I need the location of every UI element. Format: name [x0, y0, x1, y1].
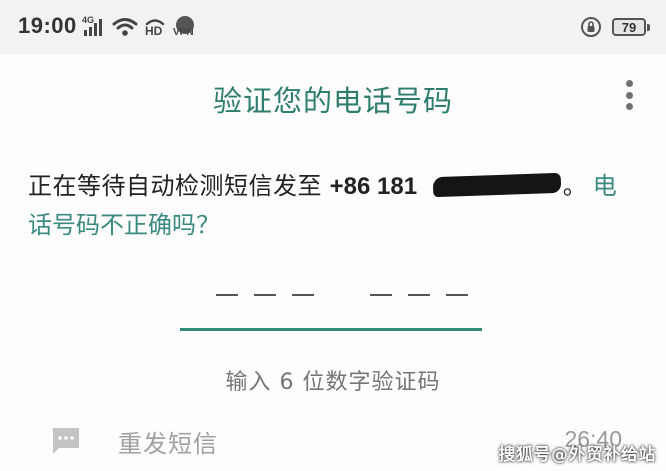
battery-level: 79 — [621, 19, 637, 35]
more-vert-icon[interactable] — [620, 78, 638, 112]
digit-slot — [292, 294, 314, 296]
status-bar: 19:00 4G HD VPN 79 — [0, 0, 666, 54]
watermark: 搜狐号@外贸补给站 — [498, 445, 656, 465]
message-period: 。 — [562, 172, 587, 200]
digit-slot — [216, 294, 238, 296]
code-digit-placeholders — [216, 278, 468, 296]
sms-icon — [50, 425, 82, 457]
message-text: 正在等待自动检测短信发至 — [28, 172, 322, 200]
signal-4g-icon: 4G — [82, 15, 106, 38]
status-icons-right: 79 — [580, 14, 650, 40]
page-title: 验证您的电话号码 — [212, 84, 453, 118]
digit-slot — [408, 294, 430, 296]
digit-slot — [370, 294, 392, 296]
vpn-icon: VPN — [172, 16, 198, 38]
battery-icon: 79 — [612, 18, 650, 36]
digit-group-gap — [330, 278, 354, 296]
status-time: 19:00 — [18, 13, 77, 38]
verification-message: 正在等待自动检测短信发至 +86 181 。电话号码不正确吗？ — [28, 167, 640, 244]
menu-dot — [625, 103, 633, 110]
digit-slot — [446, 294, 468, 296]
hd-icon: HD — [144, 16, 166, 38]
code-input-underline — [180, 328, 482, 331]
status-icons-left: 4G HD VPN — [82, 14, 198, 40]
wifi-icon — [112, 16, 138, 38]
menu-dot — [625, 80, 633, 87]
phone-number-prefix: +86 181 — [329, 173, 418, 200]
digit-slot — [254, 294, 276, 296]
vpn-label: VPN — [173, 27, 194, 38]
hd-label: HD — [145, 24, 163, 38]
code-hint: 输入 6 位数字验证码 — [225, 370, 441, 395]
verification-code-input[interactable] — [180, 272, 482, 334]
rotation-lock-icon — [580, 16, 602, 38]
menu-dot — [625, 91, 633, 99]
resend-sms-label: 重发短信 — [118, 430, 218, 458]
redacted-phone-digits — [432, 172, 562, 198]
